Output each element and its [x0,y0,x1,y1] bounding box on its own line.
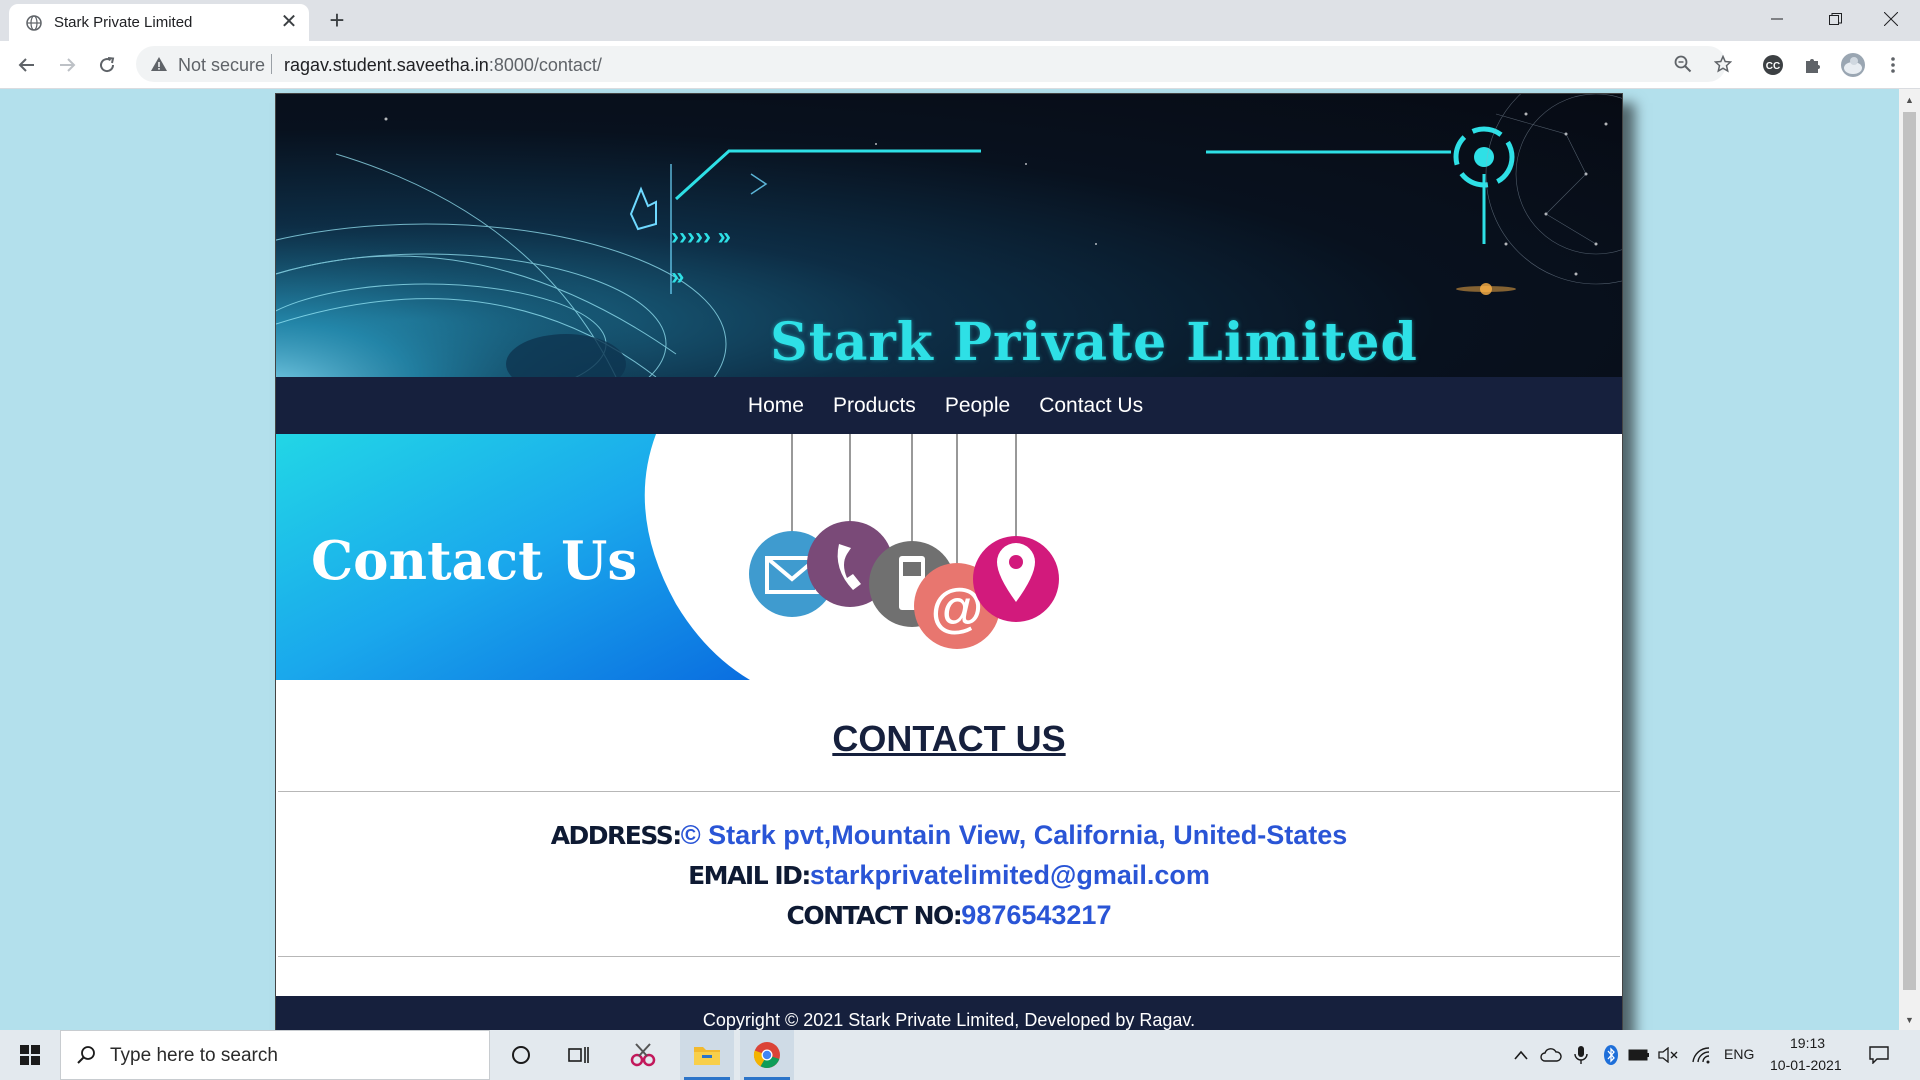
zoom-icon[interactable] [1672,53,1694,75]
chrome-icon[interactable] [740,1030,794,1080]
file-explorer-icon[interactable] [680,1030,734,1080]
address-bar[interactable]: Not secure ragav.student.saveetha.in:800… [136,46,1732,82]
nav-home[interactable]: Home [748,394,804,418]
email-label: EMAIL ID: [688,861,811,890]
contact-heading: CONTACT US [832,718,1066,759]
language-indicator[interactable]: ENG [1724,1046,1754,1062]
nav-contact-us[interactable]: Contact Us [1039,394,1143,418]
footer-copyright: Copyright © 2021 Stark Private Limited, … [702,1010,1196,1030]
extension-cc-icon[interactable]: CC [1760,52,1786,78]
site-banner: ››››› » » Stark Private Limited [276,94,1622,377]
contact-value[interactable]: 9876543217 [961,900,1111,930]
address-label: ADDRESS: [550,821,683,850]
snipping-tool-icon[interactable] [616,1030,670,1080]
windows-taskbar: Type here to search ENG 19:13 10-01-2021 [0,1030,1920,1080]
bluetooth-icon[interactable] [1600,1044,1622,1066]
page-viewport: ››››› » » Stark Private Limited Home Pro… [0,89,1899,1030]
profile-avatar-icon[interactable] [1840,52,1866,78]
contact-icons-illustration: @ [749,434,1059,649]
browser-tab[interactable]: Stark Private Limited ✕ [9,4,309,41]
bookmark-star-icon[interactable] [1712,53,1734,75]
search-icon [77,1046,95,1064]
globe-icon [26,15,42,31]
url-path: :8000/contact/ [488,55,602,75]
svg-text:››››› »: ››››› » [671,223,731,250]
clock-time[interactable]: 19:13 [1790,1035,1825,1051]
url-host: ragav.student.saveetha.in [284,55,489,75]
reload-icon[interactable] [91,49,123,81]
taskbar-search[interactable]: Type here to search [60,1030,490,1080]
omnibox-divider [271,54,272,74]
close-tab-icon[interactable]: ✕ [277,10,301,34]
search-placeholder: Type here to search [110,1045,278,1066]
browser-toolbar: Not secure ragav.student.saveetha.in:800… [0,41,1920,89]
email-line: EMAIL ID:starkprivatelimited@gmail.com [276,860,1622,891]
svg-text:CC: CC [1766,61,1780,72]
scrollbar-thumb[interactable] [1903,112,1916,990]
divider-top [278,791,1620,792]
contact-label: CONTACT NO: [786,901,963,930]
back-icon[interactable] [11,49,43,81]
location-pin-icon [973,536,1059,622]
address-value: © Stark pvt,Mountain View, California, U… [680,820,1348,850]
phone-line: CONTACT NO:9876543217 [276,900,1622,931]
forward-icon[interactable] [51,49,83,81]
warning-icon [151,57,167,71]
scroll-down-icon[interactable]: ▼ [1903,1014,1916,1026]
new-tab-button[interactable]: + [322,6,352,36]
restore-icon[interactable] [1806,0,1864,38]
battery-icon[interactable] [1628,1044,1650,1066]
contact-hero: Contact Us @ [276,434,1622,684]
cortana-icon[interactable] [494,1030,548,1080]
site-footer: Copyright © 2021 Stark Private Limited, … [276,996,1622,1030]
windows-start-icon[interactable] [0,1030,60,1080]
tab-title: Stark Private Limited [54,14,193,31]
hero-title: Contact Us [311,530,638,592]
onedrive-cloud-icon[interactable] [1540,1044,1562,1066]
url-text[interactable]: ragav.student.saveetha.in:8000/contact/ [284,55,602,76]
wifi-icon[interactable] [1690,1044,1712,1066]
minimize-icon[interactable] [1748,0,1806,38]
scroll-up-icon[interactable]: ▲ [1903,94,1916,106]
kebab-menu-icon[interactable] [1880,52,1906,78]
notifications-icon[interactable] [1868,1044,1890,1066]
site-container: ››››› » » Stark Private Limited Home Pro… [275,93,1623,1030]
clock-date[interactable]: 10-01-2021 [1770,1057,1842,1073]
extensions-puzzle-icon[interactable] [1800,52,1826,78]
banner-title: Stark Private Limited [770,312,1418,373]
task-view-icon[interactable] [552,1030,606,1080]
main-nav: Home Products People Contact Us [276,377,1622,434]
nav-people[interactable]: People [945,394,1010,418]
email-value[interactable]: starkprivatelimited@gmail.com [810,860,1210,890]
address-line: ADDRESS:© Stark pvt,Mountain View, Calif… [276,820,1622,851]
volume-muted-icon[interactable] [1658,1044,1680,1066]
chevron-up-icon[interactable] [1510,1044,1532,1066]
close-window-icon[interactable] [1862,0,1920,38]
microphone-icon[interactable] [1570,1044,1592,1066]
divider-bottom [278,956,1620,957]
not-secure-label[interactable]: Not secure [178,55,265,76]
nav-products[interactable]: Products [833,394,916,418]
svg-text:»: » [671,263,684,290]
browser-tabbar: Stark Private Limited ✕ + [0,0,1920,41]
